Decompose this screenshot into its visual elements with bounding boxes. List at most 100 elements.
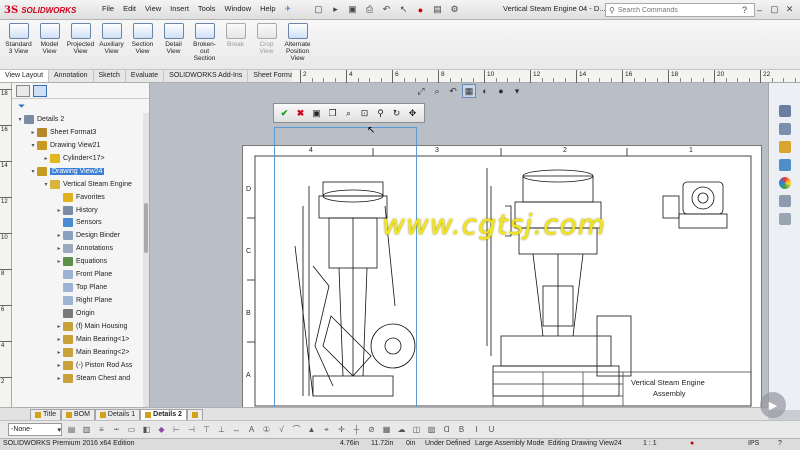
centerline-icon[interactable]: ┼ [351,424,362,435]
zoom-in-out-icon[interactable]: ⚲ [374,107,387,120]
view-palette-icon[interactable] [778,159,791,171]
alternate-position-view-button[interactable]: Alternate Position View [282,20,313,68]
sheet-tab-details-2[interactable]: Details 2 [140,408,187,420]
search-commands-box[interactable]: ⚲ [605,3,755,17]
tab-view-layout[interactable]: View Layout [0,70,50,82]
selected-drawing-view-frame[interactable] [274,127,417,407]
expand-arrow-icon[interactable]: ▸ [55,245,63,252]
previous-view-icon[interactable]: ↶ [446,84,460,98]
new-document-icon[interactable]: ▢ [312,3,325,16]
italic-icon[interactable]: I [471,424,482,435]
select-icon[interactable]: ↖ [397,3,410,16]
open-icon[interactable]: ▸ [329,3,342,16]
hatch-icon[interactable]: ▧ [426,424,437,435]
ok-check-icon[interactable]: ✔ [278,107,291,120]
undo-icon[interactable]: ↶ [380,3,393,16]
expand-arrow-icon[interactable]: ▾ [42,181,50,188]
options-gear-icon[interactable]: ⚙ [448,3,461,16]
expand-arrow-icon[interactable]: ▾ [16,116,24,123]
expand-arrow-icon[interactable]: ▸ [29,129,37,136]
break-button[interactable]: Break [220,20,251,68]
format-paint-icon[interactable]: ◆ [156,424,167,435]
align-left-icon[interactable]: ⊢ [171,424,182,435]
pan-icon[interactable]: ✥ [406,107,419,120]
tree-node[interactable]: Sensors [12,217,149,230]
restore-icon[interactable]: ▢ [768,3,781,16]
minimize-icon[interactable]: – [753,3,766,16]
expand-arrow-icon[interactable]: ▸ [55,336,63,343]
expand-arrow-icon[interactable]: ▸ [55,232,63,239]
tree-node[interactable]: ▸ Design Binder [12,229,149,242]
detail-view-button[interactable]: Detail View [158,20,189,68]
forum-icon[interactable] [778,213,791,225]
sheet-tab-details-1[interactable]: Details 1 [94,408,141,420]
tree-node[interactable]: Origin [12,307,149,320]
pin-icon[interactable]: ✈ [285,4,291,13]
custom-properties-icon[interactable] [778,195,791,207]
tree-scrollbar[interactable] [143,113,149,407]
search-input[interactable] [617,6,738,14]
save-icon[interactable]: ▣ [346,3,359,16]
sheet-tab-bom[interactable]: BOM [60,408,95,420]
tree-node[interactable]: Right Plane [12,294,149,307]
view-settings-icon[interactable]: ▾ [510,84,524,98]
cancel-x-icon[interactable]: ✖ [294,107,307,120]
status-units[interactable]: IPS [748,440,759,447]
sheet-tab-title[interactable]: Title [30,408,61,420]
add-sheet-icon[interactable] [186,408,203,420]
line-color-icon[interactable]: ▥ [81,424,92,435]
zoom-area-icon[interactable]: ⊡ [358,107,371,120]
file-explorer-icon[interactable] [778,141,791,153]
align-right-icon[interactable]: ⊣ [186,424,197,435]
menu-tools[interactable]: Tools [198,4,216,13]
menu-view[interactable]: View [145,4,161,13]
tree-node[interactable]: Front Plane [12,268,149,281]
tree-node[interactable]: ▸ (f) Main Housing [12,320,149,333]
expand-arrow-icon[interactable]: ▸ [55,258,63,265]
status-help-icon[interactable]: ? [778,440,782,447]
rebuild-icon[interactable]: ● [414,3,427,16]
weld-symbol-icon[interactable]: ⌒ [291,424,302,435]
status-rebuild-icon[interactable]: ● [690,440,694,447]
copy-view-icon[interactable]: ❐ [326,107,339,120]
tree-node[interactable]: ▸ Annotations [12,242,149,255]
crop-view-button[interactable]: Crop View [251,20,282,68]
graphics-area[interactable]: 4 3 2 1 D C B A Vertical Steam Engine As… [150,83,768,407]
expand-arrow-icon[interactable]: ▸ [55,349,63,356]
zoom-to-fit-icon[interactable]: ⤢ [414,84,428,98]
tree-node[interactable]: ▾ Details 2 [12,113,149,126]
filter-icon[interactable]: ⏷ [12,99,149,113]
feature-manager-tab-icon[interactable] [16,85,30,97]
table-icon[interactable]: ▦ [381,424,392,435]
tree-node[interactable]: ▾ Vertical Steam Engine [12,178,149,191]
line-thickness-icon[interactable]: ≡ [96,424,107,435]
revision-cloud-icon[interactable]: ☁ [396,424,407,435]
appearances-icon[interactable] [778,177,791,189]
broken-out-section-button[interactable]: Broken-out Section [189,20,220,68]
tree-node[interactable]: Top Plane [12,281,149,294]
model-view-button[interactable]: Model View [34,20,65,68]
save-view-icon[interactable]: ▣ [310,107,323,120]
play-overlay-icon[interactable]: ▶ [760,392,786,418]
tree-node[interactable]: ▸ Cylinder<17> [12,152,149,165]
align-bottom-icon[interactable]: ⊥ [216,424,227,435]
edit-appearance-icon[interactable]: ● [494,84,508,98]
zoom-fit-icon[interactable]: ⌕ [342,107,355,120]
expand-arrow-icon[interactable]: ▸ [42,155,50,162]
tab-annotation[interactable]: Annotation [49,70,94,82]
expand-arrow-icon[interactable]: ▾ [29,168,37,175]
tree-node[interactable]: ▸ History [12,204,149,217]
block-icon[interactable]: ◫ [411,424,422,435]
tree-node[interactable]: ▸ Main Bearing<1> [12,333,149,346]
tree-node[interactable]: ▾ Drawing View24 [12,165,149,178]
projected-view-button[interactable]: Projected View [65,20,96,68]
tab-sketch[interactable]: Sketch [94,70,126,82]
file-properties-icon[interactable]: ▤ [431,3,444,16]
menu-window[interactable]: Window [224,4,251,13]
line-style-icon[interactable]: ┅ [111,424,122,435]
expand-arrow-icon[interactable]: ▸ [55,362,63,369]
expand-arrow-icon[interactable]: ▾ [29,142,37,149]
tree-node[interactable]: ▸ Sheet Format3 [12,126,149,139]
rotate-icon[interactable]: ↻ [390,107,403,120]
close-icon[interactable]: ✕ [783,3,796,16]
